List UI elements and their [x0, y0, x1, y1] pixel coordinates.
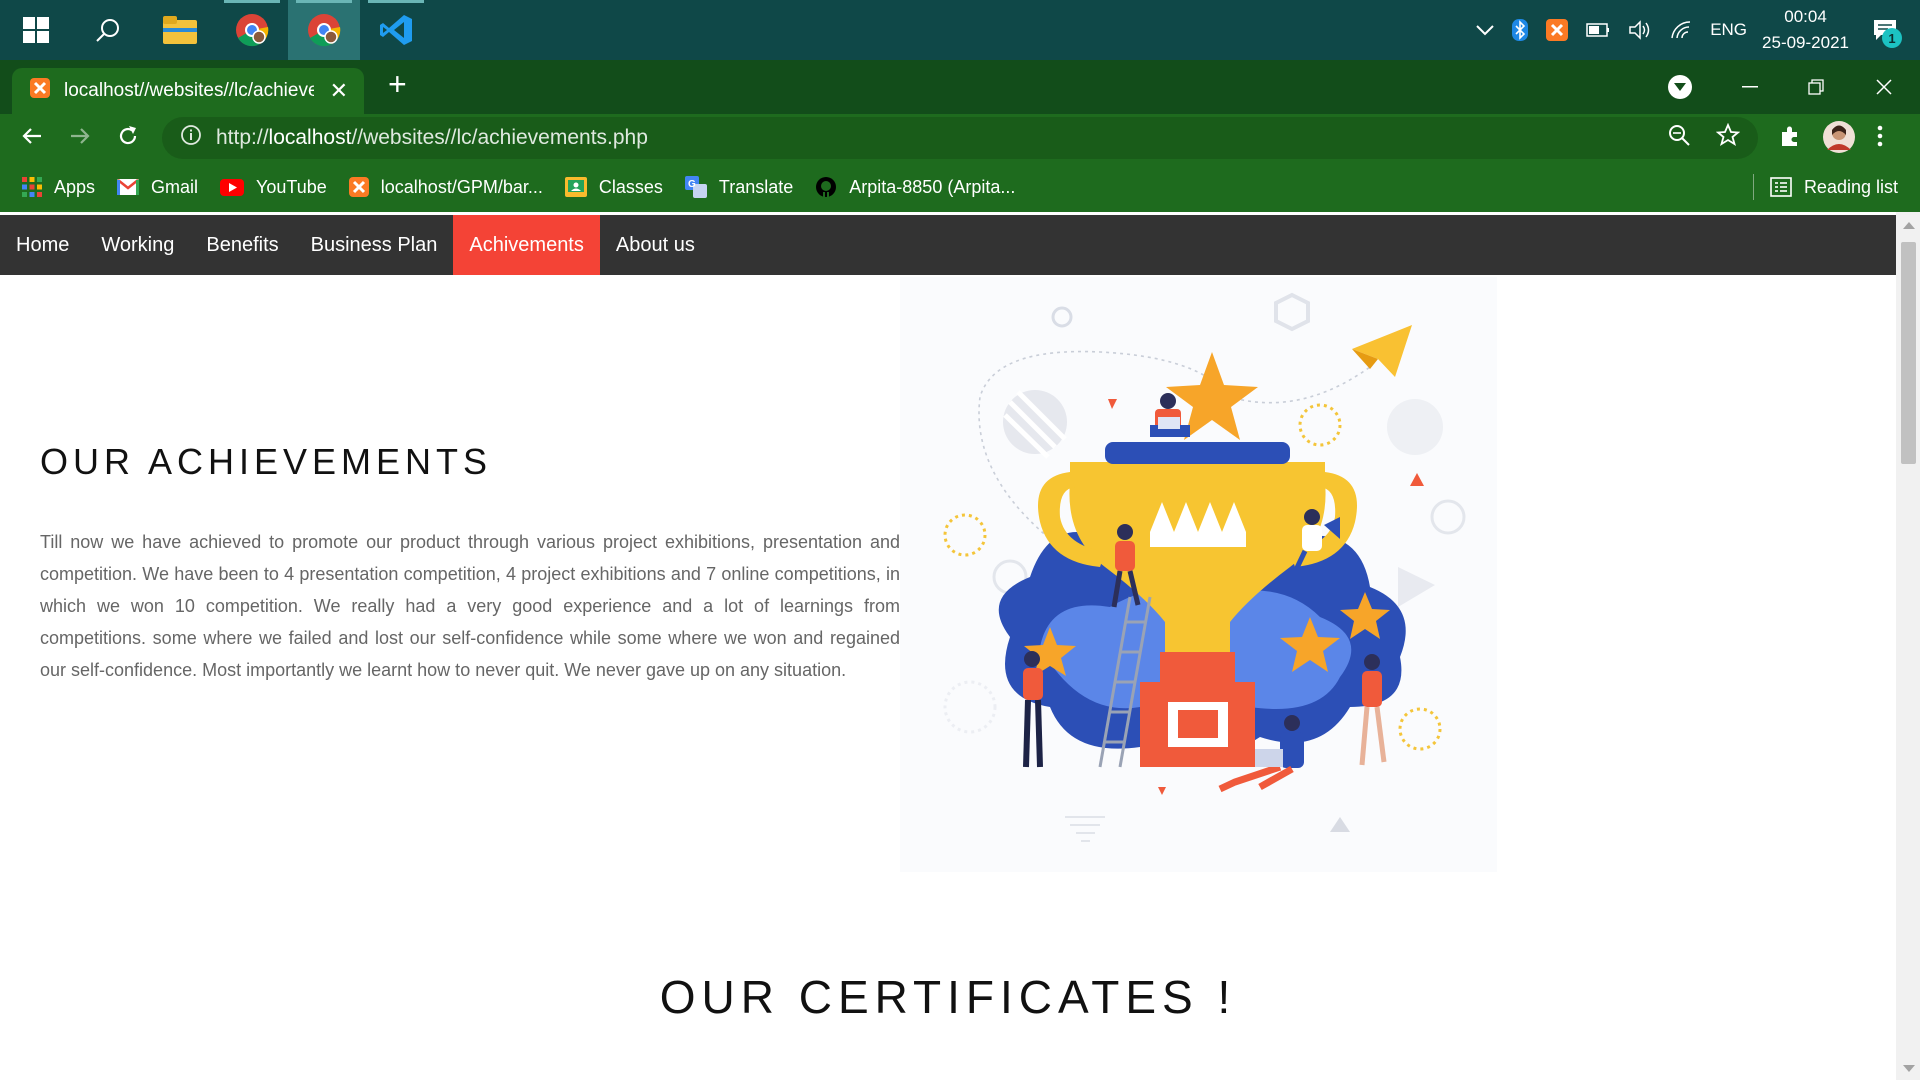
- volume-icon[interactable]: [1628, 20, 1652, 40]
- reload-icon[interactable]: [116, 124, 140, 153]
- page-viewport: Home Working Benefits Business Plan Achi…: [0, 212, 1896, 1080]
- achievements-heading: OUR ACHIEVEMENTS: [40, 441, 493, 482]
- bluetooth-icon[interactable]: [1512, 19, 1529, 41]
- url-scheme: http://: [216, 126, 269, 149]
- bookmark-classes[interactable]: Classes: [564, 176, 663, 198]
- minimize-icon[interactable]: [1742, 60, 1758, 114]
- nav-benefits[interactable]: Benefits: [190, 215, 294, 275]
- back-arrow-icon[interactable]: [20, 124, 44, 153]
- bookmark-translate[interactable]: G Translate: [684, 176, 794, 198]
- profile-avatar[interactable]: [1822, 120, 1856, 159]
- page-scrollbar[interactable]: [1896, 212, 1920, 1080]
- system-tray: ENG 00:04 25-09-2021 1: [1467, 0, 1920, 60]
- scroll-up-arrow-icon[interactable]: [1903, 222, 1915, 229]
- xampp-favicon-icon: [30, 78, 50, 104]
- chrome-profile-icon[interactable]: [288, 0, 360, 60]
- tab-search-chevron-icon[interactable]: [1668, 75, 1692, 99]
- start-icon[interactable]: [0, 0, 72, 60]
- clock[interactable]: 00:04 25-09-2021: [1762, 4, 1849, 56]
- reading-list-button[interactable]: Reading list: [1752, 162, 1898, 212]
- scrollbar-thumb[interactable]: [1901, 242, 1916, 464]
- nav-home[interactable]: Home: [0, 215, 85, 275]
- bookmark-label: YouTube: [256, 176, 327, 197]
- battery-icon[interactable]: [1586, 23, 1610, 37]
- bookmark-label: Classes: [598, 176, 663, 197]
- bookmark-github[interactable]: Arpita-8850 (Arpita...: [815, 176, 1015, 198]
- site-navbar: Home Working Benefits Business Plan Achi…: [0, 215, 1896, 275]
- achievements-paragraph: Till now we have achieved to promote our…: [40, 532, 900, 680]
- clock-date: 25-09-2021: [1762, 33, 1849, 52]
- bookmark-star-icon[interactable]: [1715, 122, 1741, 153]
- bookmark-gmail[interactable]: Gmail: [117, 177, 198, 198]
- chrome-menu-kebab-icon[interactable]: [1876, 124, 1884, 153]
- svg-text:G: G: [688, 179, 696, 190]
- bookmark-localhost-gpm[interactable]: localhost/GPM/bar...: [348, 176, 543, 198]
- url-host: localhost: [268, 126, 352, 149]
- bookmark-apps[interactable]: Apps: [22, 177, 95, 198]
- chevron-up-icon[interactable]: [1476, 24, 1494, 36]
- wifi-icon[interactable]: [1670, 20, 1692, 40]
- translate-icon: G: [684, 176, 707, 198]
- notification-count-badge: 1: [1882, 28, 1902, 48]
- zoom-magnifier-icon[interactable]: [1668, 124, 1690, 152]
- new-tab-plus-icon[interactable]: +: [388, 66, 407, 103]
- classroom-icon: [564, 177, 587, 197]
- url-path: //websites//lc/achievements.php: [351, 126, 648, 149]
- search-icon[interactable]: [72, 0, 144, 60]
- bookmarks-divider: [1752, 174, 1754, 200]
- vscode-icon[interactable]: [360, 0, 432, 60]
- xampp-icon: [348, 177, 369, 197]
- tab-close-icon[interactable]: ✕: [330, 78, 348, 104]
- reading-list-label: Reading list: [1803, 176, 1898, 197]
- youtube-icon: [220, 178, 245, 196]
- bookmark-youtube[interactable]: YouTube: [220, 177, 327, 198]
- clock-time: 00:04: [1784, 7, 1827, 26]
- browser-tab-strip: localhost//websites//lc/achievements.php…: [0, 60, 1920, 114]
- bookmark-label: Arpita-8850 (Arpita...: [849, 176, 1016, 197]
- address-bar[interactable]: http://localhost//websites//lc/achieveme…: [162, 117, 1758, 159]
- site-info-icon[interactable]: [180, 124, 202, 152]
- nav-working[interactable]: Working: [85, 215, 190, 275]
- nav-achievements[interactable]: Achivements: [453, 215, 600, 275]
- gmail-icon: [117, 179, 140, 195]
- scroll-down-arrow-icon[interactable]: [1903, 1065, 1915, 1072]
- bookmarks-bar: Apps Gmail YouTube localhost/GPM/bar... …: [0, 162, 1920, 212]
- nav-about-us[interactable]: About us: [600, 215, 711, 275]
- file-explorer-icon[interactable]: [144, 0, 216, 60]
- forward-arrow-icon[interactable]: [68, 124, 92, 153]
- bookmark-label: Apps: [54, 176, 96, 197]
- window-close-icon[interactable]: [1876, 60, 1892, 114]
- windows-taskbar: ENG 00:04 25-09-2021 1: [0, 0, 1920, 60]
- bookmark-label: localhost/GPM/bar...: [380, 176, 543, 197]
- browser-toolbar: http://localhost//websites//lc/achieveme…: [0, 114, 1920, 162]
- bookmark-label: Translate: [718, 176, 794, 197]
- xampp-tray-icon[interactable]: [1546, 19, 1569, 41]
- language-indicator[interactable]: ENG: [1710, 20, 1747, 40]
- tab-title: localhost//websites//lc/achievements.php: [64, 80, 314, 101]
- restore-icon[interactable]: [1808, 60, 1824, 114]
- chrome-icon[interactable]: [216, 0, 288, 60]
- trophy-illustration: [900, 277, 1497, 872]
- github-icon: [815, 176, 837, 198]
- reading-list-icon: [1770, 177, 1792, 197]
- certificates-heading: OUR CERTIFICATES !: [659, 971, 1237, 1023]
- notification-center-icon[interactable]: 1: [1872, 18, 1902, 48]
- browser-tab[interactable]: localhost//websites//lc/achievements.php…: [12, 68, 364, 114]
- bookmark-label: Gmail: [151, 176, 199, 197]
- nav-business-plan[interactable]: Business Plan: [295, 215, 454, 275]
- extensions-puzzle-icon[interactable]: [1778, 124, 1802, 153]
- apps-grid-icon: [22, 177, 42, 197]
